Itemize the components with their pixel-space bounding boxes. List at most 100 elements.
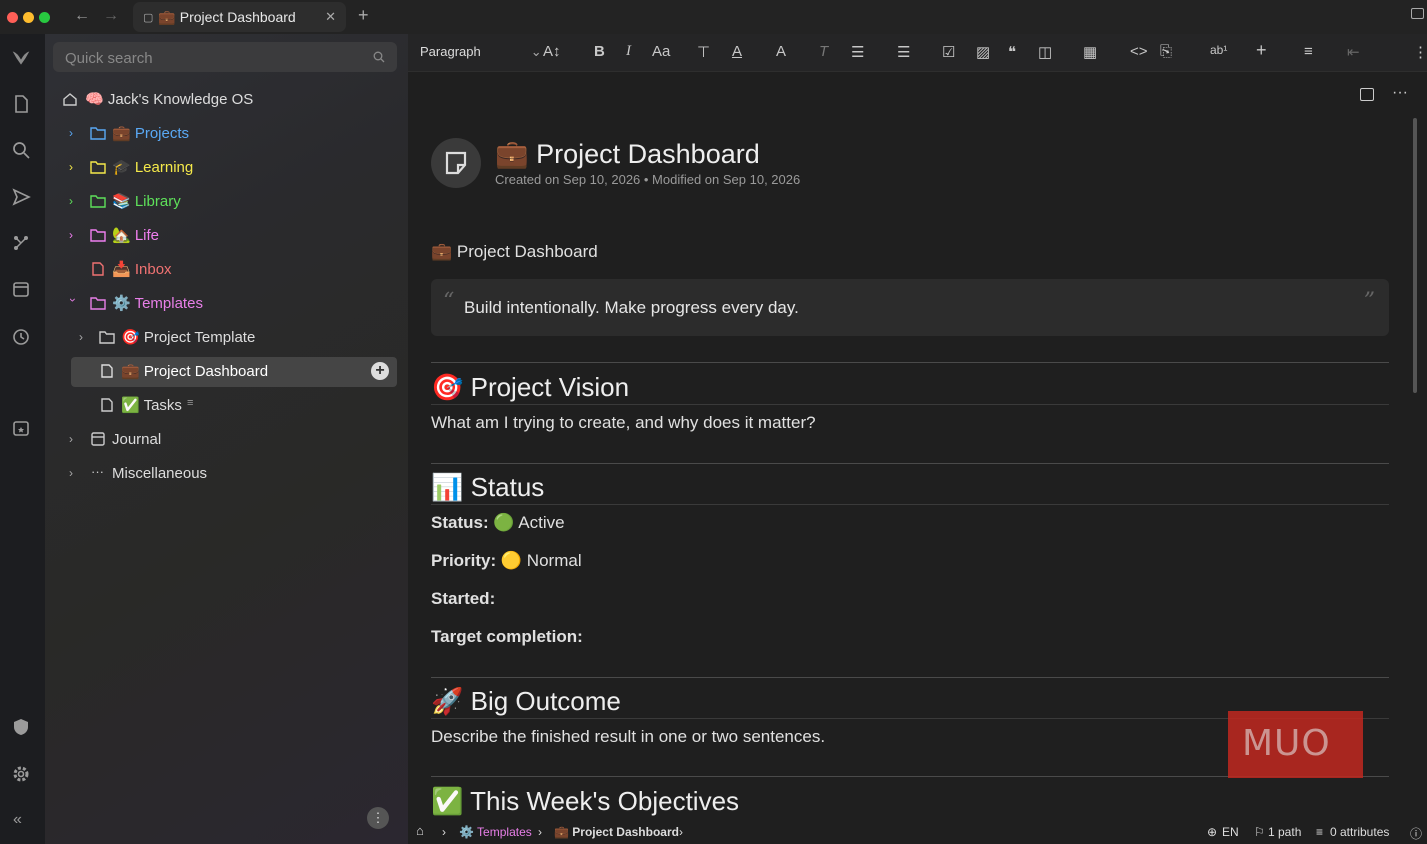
tree-item-label: 📚 Library [112, 193, 181, 210]
folder-icon [99, 331, 115, 344]
more-toolbar-icon[interactable]: ⋮ [1413, 43, 1427, 61]
home-icon[interactable]: ⌂ [416, 823, 424, 838]
chevron-down-icon[interactable]: › [66, 298, 80, 308]
calendar-icon[interactable] [11, 279, 31, 299]
tree-item-projects[interactable]: › 💼 Projects [45, 118, 408, 148]
chevron-right-icon[interactable]: › [69, 160, 79, 174]
language-icon: ⊕ [1207, 825, 1218, 839]
breadcrumb-project-dashboard[interactable]: 💼 Project Dashboard [554, 825, 679, 839]
heading-vision[interactable]: 🎯 Project Vision [431, 372, 629, 403]
align-icon[interactable]: ≡ [1304, 43, 1313, 60]
highlight-color-icon[interactable]: A [776, 43, 786, 60]
chevron-right-icon[interactable]: › [79, 330, 89, 344]
outdent-icon[interactable]: ⇤ [1347, 43, 1360, 61]
heading-underline [431, 504, 1389, 505]
chevron-right-icon[interactable]: › [69, 466, 79, 480]
chevron-right-icon[interactable]: › [69, 194, 79, 208]
blockquote-icon[interactable]: ❝ [1008, 43, 1016, 61]
minimize-window-button[interactable] [23, 12, 34, 23]
paths-indicator[interactable]: 1 path [1268, 825, 1301, 839]
layout-toggle-icon[interactable] [1411, 8, 1424, 19]
outcome-text[interactable]: Describe the finished result in one or t… [431, 727, 825, 747]
italic-icon[interactable]: I [626, 43, 631, 60]
bullet-list-icon[interactable]: ☰ [851, 43, 864, 61]
send-icon[interactable] [11, 187, 31, 207]
clear-format-icon[interactable]: T [819, 43, 828, 60]
tree-item-library[interactable]: › 📚 Library [45, 186, 408, 216]
heading-status[interactable]: 📊 Status [431, 472, 544, 503]
today-calendar-icon[interactable] [11, 418, 31, 438]
tab-project-dashboard[interactable]: ▢ 💼 Project Dashboard ✕ [133, 2, 346, 32]
quick-search-input[interactable]: Quick search [53, 42, 397, 72]
note-actions-icon[interactable]: ··· [1392, 84, 1408, 102]
target-completion-label[interactable]: Target completion: [431, 627, 583, 647]
text-case-icon[interactable]: Aa [652, 43, 670, 60]
todo-list-icon[interactable]: ☑ [942, 43, 955, 61]
priority-line[interactable]: Priority: 🟡 Normal [431, 551, 582, 571]
tree-item-label: Journal [112, 430, 162, 448]
tree-item-tasks[interactable]: ✅ Tasks ≡ [45, 390, 408, 420]
breadcrumb-templates[interactable]: ⚙️ Templates [459, 825, 532, 839]
add-child-note-icon[interactable]: + [371, 362, 389, 380]
tree-item-project-template[interactable]: › 🎯 Project Template [45, 322, 408, 352]
formatting-toolbar: Paragraph ⌄ A↕ B I Aa ⊤ A A T ☰ ☰ ☑ ▨ ❝ ◫… [408, 34, 1427, 72]
tree-item-templates[interactable]: › ⚙️ Templates [45, 288, 408, 318]
attributes-icon: ≡ [1316, 825, 1324, 839]
chevron-right-icon[interactable]: › [69, 126, 79, 140]
editor-scrollbar[interactable] [1413, 118, 1417, 393]
forward-arrow-icon[interactable]: → [103, 7, 119, 25]
code-icon[interactable]: <> [1130, 43, 1148, 60]
settings-gear-icon[interactable] [11, 764, 31, 784]
shared-icon: ≡ [187, 397, 194, 409]
format-painter-icon[interactable]: ⊤ [697, 43, 710, 61]
font-color-icon[interactable]: A [732, 43, 742, 60]
insert-plus-icon[interactable]: + [1256, 40, 1267, 61]
tree-item-journal[interactable]: › Journal [45, 424, 408, 454]
tree-item-miscellaneous[interactable]: › ··· Miscellaneous [45, 458, 408, 488]
font-size-icon[interactable]: A↕ [543, 43, 561, 60]
open-quote-icon: “ [443, 289, 455, 314]
language-indicator[interactable]: EN [1222, 825, 1239, 839]
info-icon[interactable]: ⓘ [1410, 825, 1422, 842]
attributes-indicator[interactable]: 0 attributes [1330, 825, 1389, 839]
bold-icon[interactable]: B [594, 43, 605, 60]
include-note-icon[interactable]: ⎘ [1160, 43, 1172, 60]
back-arrow-icon[interactable]: ← [74, 7, 90, 25]
tree-root[interactable]: 🧠 Jack's Knowledge OS [45, 84, 408, 114]
chevron-right-icon[interactable]: › [69, 228, 79, 242]
tree-item-label: ✅ Tasks [121, 397, 182, 414]
special-chars-icon[interactable]: ab¹ [1210, 43, 1227, 57]
heading-objectives[interactable]: ✅ This Week's Objectives [431, 786, 739, 817]
tree-item-learning[interactable]: › 🎓 Learning [45, 152, 408, 182]
new-tab-button[interactable]: + [358, 5, 369, 26]
collapse-sidebar-icon[interactable]: « [13, 811, 33, 831]
sidebar-menu-button[interactable]: ⋮ [367, 807, 389, 829]
insert-table-icon[interactable]: ▦ [1083, 43, 1097, 61]
admonition-icon[interactable]: ◫ [1038, 43, 1052, 61]
chevron-right-icon[interactable]: › [69, 432, 79, 446]
heading-big-outcome[interactable]: 🚀 Big Outcome [431, 686, 621, 717]
first-line[interactable]: 💼 Project Dashboard [431, 242, 598, 262]
relation-map-icon[interactable] [11, 233, 31, 253]
numbered-list-icon[interactable]: ☰ [897, 43, 910, 61]
maximize-window-button[interactable] [39, 12, 50, 23]
search-icon[interactable] [11, 140, 31, 160]
new-note-icon[interactable] [11, 94, 31, 114]
close-tab-icon[interactable]: ✕ [325, 9, 336, 25]
started-label[interactable]: Started: [431, 589, 495, 609]
status-line[interactable]: Status: 🟢 Active [431, 513, 565, 533]
app-logo-icon[interactable] [9, 48, 33, 68]
tree-item-life[interactable]: › 🏡 Life [45, 220, 408, 250]
split-view-icon[interactable] [1360, 88, 1374, 101]
tree-item-project-dashboard[interactable]: 💼 Project Dashboard + [45, 356, 408, 386]
note-title[interactable]: 💼 Project Dashboard [495, 138, 760, 170]
close-window-button[interactable] [7, 12, 18, 23]
insert-image-icon[interactable]: ▨ [976, 43, 990, 61]
tree-item-inbox[interactable]: 📥 Inbox [45, 254, 408, 284]
blockquote[interactable]: “ Build intentionally. Make progress eve… [431, 279, 1389, 336]
protected-session-icon[interactable] [11, 717, 31, 737]
block-type-select[interactable]: Paragraph ⌄ [420, 44, 542, 60]
note-type-icon[interactable] [431, 138, 481, 188]
vision-text[interactable]: What am I trying to create, and why does… [431, 413, 816, 433]
history-icon[interactable] [11, 327, 31, 347]
